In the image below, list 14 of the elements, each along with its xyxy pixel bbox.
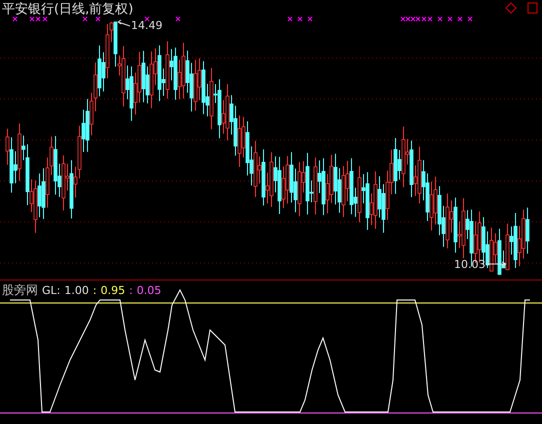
low-price-label: 10.03 [454,258,486,271]
high-pointer-arrow [118,20,130,26]
low-pointer-arrow [486,262,506,266]
indicator-value: 0.05 [136,284,162,297]
diamond-icon [505,2,517,14]
window-icon [528,2,538,14]
indicator-value: 1.00 [64,284,89,297]
value-separator: : [129,284,133,297]
indicator-label: GL: [42,284,60,297]
value-separator: : [92,284,97,297]
indicator-name: 股旁网 [2,282,38,299]
chart-title: 平安银行(日线,前复权) [2,1,134,18]
indicator-value: 0.95 [100,284,126,297]
high-price-label: 14.49 [131,19,162,32]
